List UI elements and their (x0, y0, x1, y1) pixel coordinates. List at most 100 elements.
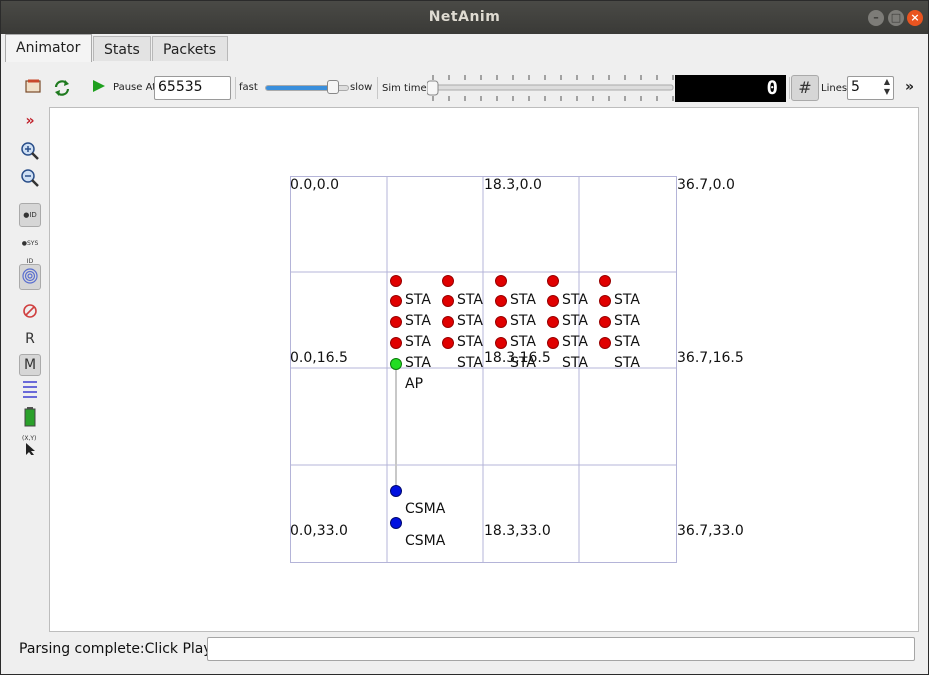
svg-text:(X,Y): (X,Y) (22, 435, 36, 442)
play-icon[interactable] (91, 79, 107, 95)
window-title: NetAnim (428, 9, 501, 25)
tab-stats[interactable]: Stats (93, 36, 151, 61)
wireless-circles-toggle[interactable] (19, 264, 41, 290)
sys-id-toggle[interactable]: ●SYS ID (19, 235, 41, 265)
sta-node[interactable] (547, 337, 559, 349)
netanim-window: NetAnim – □ × Animator Stats Packets Pau… (0, 0, 929, 675)
grid-label: 0.0,33.0 (290, 523, 348, 539)
fast-label: fast (239, 82, 258, 93)
speed-slider-handle[interactable] (327, 80, 339, 94)
sta-label: STA (457, 334, 483, 350)
sta-node[interactable] (390, 316, 402, 328)
spin-arrows-icon[interactable]: ▲ ▼ (884, 77, 890, 97)
sta-label: STA (457, 355, 483, 371)
zoom-in-icon[interactable] (19, 140, 41, 162)
lines-label: Lines (821, 83, 848, 94)
ap-label: AP (405, 376, 424, 392)
pause-at-label: Pause At (113, 82, 157, 93)
pause-at-input[interactable]: 65535 (154, 76, 231, 100)
csma-label: CSMA (405, 501, 446, 517)
sta-label: STA (457, 313, 483, 329)
sta-node[interactable] (547, 316, 559, 328)
title-bar: NetAnim – □ × (1, 1, 928, 34)
sta-label: STA (614, 334, 640, 350)
m-button[interactable]: M (19, 354, 41, 376)
battery-icon[interactable] (19, 406, 41, 428)
sta-node[interactable] (599, 295, 611, 307)
tab-packets[interactable]: Packets (152, 36, 228, 61)
sta-label: STA (405, 334, 431, 350)
lines-value: 5 (851, 79, 860, 95)
sta-node[interactable] (390, 337, 402, 349)
sta-node[interactable] (390, 275, 402, 287)
sim-time-value: 0 (766, 77, 778, 99)
status-field[interactable] (207, 637, 915, 661)
grid-icon: # (798, 78, 812, 97)
zoom-out-icon[interactable] (19, 167, 41, 189)
sta-node[interactable] (442, 275, 454, 287)
sim-time-display: 0 (675, 75, 786, 102)
grid-label: 36.7,0.0 (677, 177, 735, 193)
sys-id-icon: ●SYS ID (21, 240, 39, 265)
reload-icon[interactable] (53, 79, 71, 97)
node-id-toggle[interactable]: ●ID (19, 203, 41, 227)
sta-node[interactable] (547, 275, 559, 287)
stop-icon[interactable] (19, 302, 41, 324)
sta-node[interactable] (495, 295, 507, 307)
sta-label: STA (614, 292, 640, 308)
sta-node[interactable] (599, 337, 611, 349)
sta-label: STA (510, 355, 536, 371)
toolbar-overflow-button[interactable]: » (905, 79, 914, 95)
sim-time-slider[interactable] (427, 73, 675, 103)
slow-label: slow (350, 82, 373, 93)
grid-label: 0.0,0.0 (290, 177, 339, 193)
maximize-button[interactable]: □ (888, 10, 904, 26)
sta-label: STA (510, 292, 536, 308)
sim-time-label: Sim time (382, 83, 427, 94)
sta-node[interactable] (599, 316, 611, 328)
tab-bar: Animator Stats Packets (1, 34, 928, 62)
sta-label: STA (510, 334, 536, 350)
sta-label: STA (614, 355, 640, 371)
sta-label: STA (562, 334, 588, 350)
sta-node[interactable] (495, 337, 507, 349)
sta-label: STA (562, 355, 588, 371)
grid-toggle-button[interactable]: # (791, 75, 819, 101)
animation-canvas[interactable]: 0.0,0.0 18.3,0.0 36.7,0.0 0.0,16.5 18.3,… (49, 107, 919, 632)
sta-node[interactable] (442, 295, 454, 307)
sta-label: STA (405, 355, 431, 371)
sta-node[interactable] (495, 275, 507, 287)
sta-node[interactable] (599, 275, 611, 287)
node-id-icon: ●ID (23, 211, 37, 219)
sta-label: STA (405, 313, 431, 329)
csma-node[interactable] (390, 485, 402, 497)
expand-panel-icon[interactable]: » (19, 113, 41, 135)
grid-label: 18.3,0.0 (484, 177, 542, 193)
r-button[interactable]: R (19, 331, 41, 353)
sta-node[interactable] (495, 316, 507, 328)
speed-slider[interactable] (265, 80, 349, 94)
grid-label: 0.0,16.5 (290, 350, 348, 366)
sta-node[interactable] (442, 316, 454, 328)
csma-label: CSMA (405, 533, 446, 549)
wireless-circles-icon (22, 268, 38, 284)
lines-spinbox[interactable]: 5 ▲ ▼ (847, 76, 894, 100)
csma-node[interactable] (390, 517, 402, 529)
sta-label: STA (510, 313, 536, 329)
ap-node[interactable] (390, 358, 402, 370)
close-button[interactable]: × (907, 10, 923, 26)
sta-node[interactable] (390, 295, 402, 307)
mouse-position-icon[interactable]: (X,Y) (19, 433, 41, 455)
sta-label: STA (405, 292, 431, 308)
speed-slider-fill (266, 86, 332, 90)
sta-label: STA (457, 292, 483, 308)
sta-label: STA (562, 313, 588, 329)
sta-label: STA (614, 313, 640, 329)
minimize-button[interactable]: – (868, 10, 884, 26)
sta-label: STA (562, 292, 588, 308)
open-file-icon[interactable] (25, 79, 43, 95)
tab-animator[interactable]: Animator (5, 34, 92, 62)
packet-lines-icon[interactable] (19, 379, 41, 401)
sta-node[interactable] (442, 337, 454, 349)
sta-node[interactable] (547, 295, 559, 307)
